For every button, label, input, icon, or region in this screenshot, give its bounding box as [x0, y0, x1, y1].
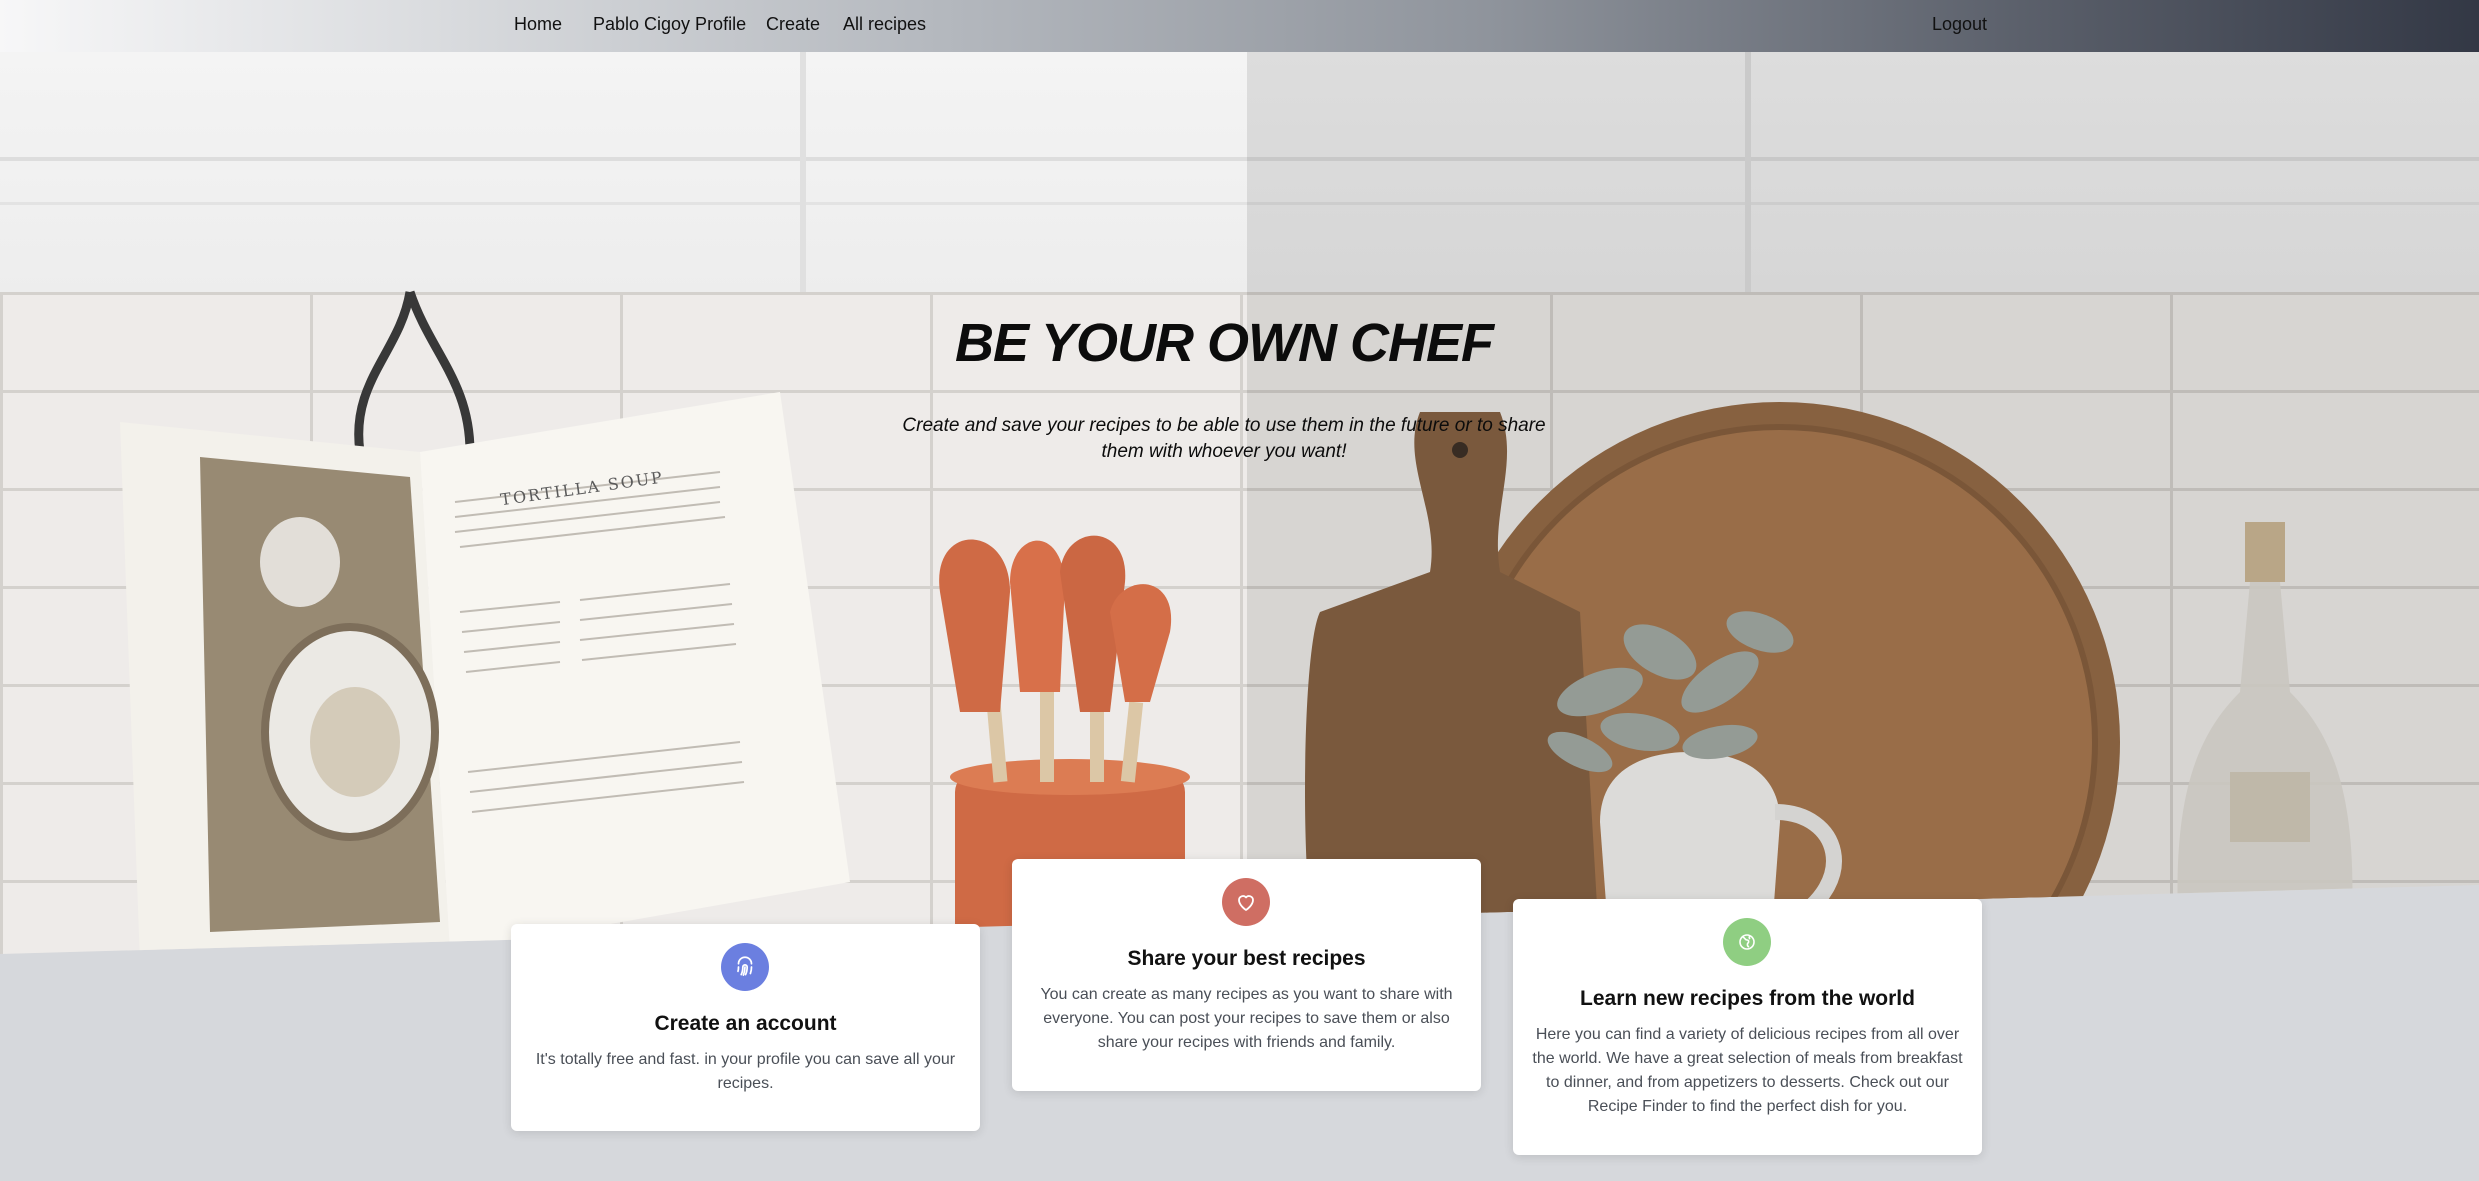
nav-all-recipes-link[interactable]: All recipes — [843, 14, 926, 34]
card-title: Create an account — [654, 1012, 837, 1035]
feature-card-create-account: Create an account It's totally free and … — [511, 924, 980, 1131]
hero-title: BE YOUR OWN CHEF — [954, 313, 1494, 373]
card-text: Here you can find a variety of delicious… — [1532, 1026, 1963, 1115]
hero-right-overlay — [1247, 52, 2479, 954]
card-title: Share your best recipes — [1127, 947, 1366, 970]
nav-home-link[interactable]: Home — [514, 14, 562, 34]
fingerprint-icon — [721, 943, 769, 991]
feature-card-learn-recipes: Learn new recipes from the world Here yo… — [1513, 899, 1982, 1155]
hero-background-photo: TORTILLA SOUP — [0, 52, 2479, 954]
nav-logout-link[interactable]: Logout — [1932, 14, 1987, 34]
card-text: You can create as many recipes as you wa… — [1040, 986, 1453, 1051]
feature-card-share-recipes: Share your best recipes You can create a… — [1012, 859, 1481, 1091]
card-text: It's totally free and fast. in your prof… — [535, 1051, 956, 1092]
globe-icon — [1723, 918, 1771, 966]
top-navbar: Home Pablo Cigoy Profile Create All reci… — [0, 0, 2479, 52]
heart-icon — [1222, 878, 1270, 926]
card-title: Learn new recipes from the world — [1580, 987, 1915, 1010]
hero-subtitle: Create and save your recipes to be able … — [902, 415, 1546, 462]
hero-left-overlay — [0, 52, 1247, 954]
nav-profile-link[interactable]: Pablo Cigoy Profile — [593, 14, 746, 34]
nav-create-link[interactable]: Create — [766, 14, 820, 34]
hero-section: TORTILLA SOUP BE YOUR OWN CHEF Create an… — [0, 52, 2479, 954]
